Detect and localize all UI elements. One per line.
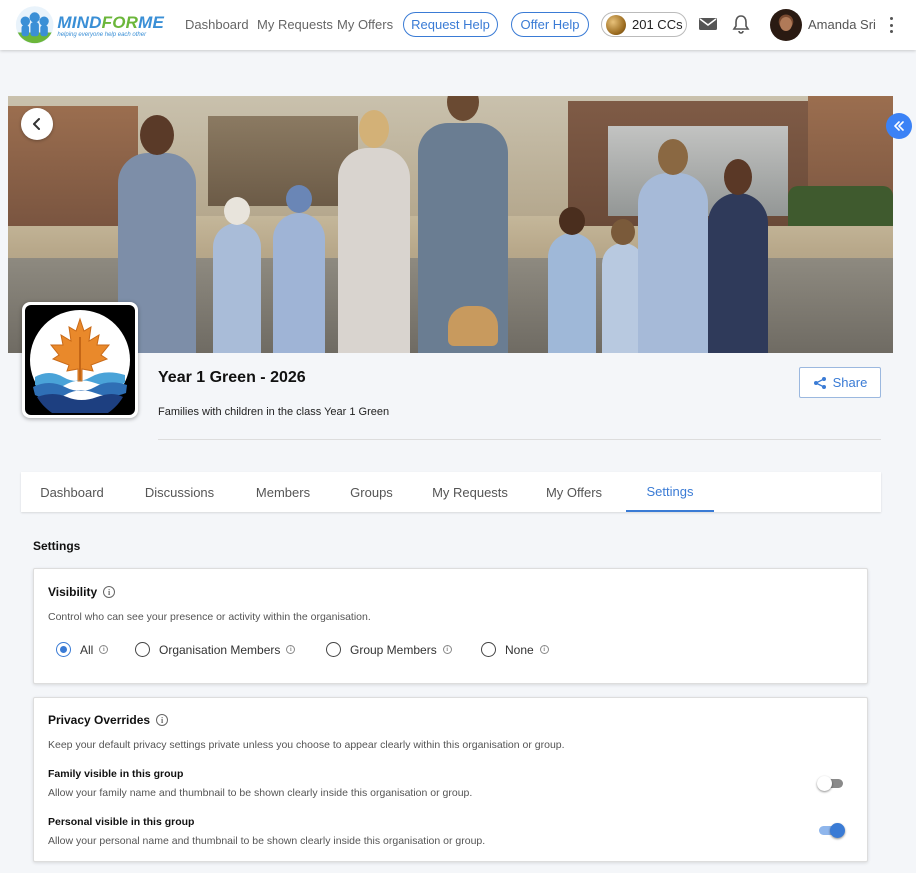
more-menu-icon[interactable] (886, 15, 896, 35)
collapse-sidebar-button[interactable] (886, 113, 912, 139)
radio-unselected-icon[interactable] (481, 642, 496, 657)
radio-unselected-icon[interactable] (135, 642, 150, 657)
visibility-option-organisation-members[interactable]: Organisation Members i (135, 642, 296, 657)
top-navbar: MINDFORME helping everyone help each oth… (0, 0, 916, 50)
visibility-option-all[interactable]: All i (56, 642, 109, 657)
share-icon (813, 376, 826, 389)
personal-visible-description: Allow your personal name and thumbnail t… (48, 835, 486, 847)
info-icon[interactable]: i (539, 645, 549, 654)
group-logo (22, 302, 138, 418)
mail-icon[interactable] (698, 14, 718, 34)
info-icon[interactable]: i (156, 714, 169, 726)
share-button[interactable]: Share (799, 367, 881, 398)
group-cover-image (8, 96, 893, 353)
personal-visible-title: Personal visible in this group (48, 816, 195, 828)
tab-my-requests[interactable]: My Requests (423, 472, 517, 512)
logo-icon (15, 6, 54, 44)
credits-amount: 201 CCs (632, 17, 683, 32)
visibility-description: Control who can see your presence or act… (48, 611, 371, 623)
tab-groups[interactable]: Groups (340, 472, 403, 512)
tab-discussions[interactable]: Discussions (133, 472, 226, 512)
info-icon[interactable]: i (286, 645, 296, 654)
nav-link-my-requests[interactable]: My Requests (257, 17, 333, 32)
tab-members[interactable]: Members (246, 472, 320, 512)
personal-visible-toggle[interactable] (817, 822, 845, 838)
nav-link-dashboard[interactable]: Dashboard (185, 17, 249, 32)
group-tabs: Dashboard Discussions Members Groups My … (21, 472, 881, 512)
mindforme-logo[interactable]: MINDFORME helping everyone help each oth… (14, 3, 164, 47)
radio-unselected-icon[interactable] (326, 642, 341, 657)
family-visible-title: Family visible in this group (48, 768, 184, 780)
request-help-button[interactable]: Request Help (403, 12, 498, 37)
info-icon[interactable]: i (442, 645, 452, 654)
double-chevron-left-icon (894, 121, 904, 131)
nav-link-my-offers[interactable]: My Offers (337, 17, 393, 32)
privacy-overrides-title: Privacy Overrides (48, 713, 151, 727)
group-description: Families with children in the class Year… (158, 406, 390, 418)
user-avatar[interactable] (770, 9, 802, 41)
info-icon[interactable]: i (99, 645, 109, 654)
group-title: Year 1 Green - 2026 (158, 369, 306, 386)
radio-selected-icon[interactable] (56, 642, 71, 657)
privacy-overrides-description: Keep your default privacy settings priva… (48, 739, 565, 751)
visibility-title: Visibility (48, 585, 98, 599)
maple-leaf-waves-icon (30, 310, 130, 413)
chevron-left-icon (33, 118, 40, 130)
family-visible-description: Allow your family name and thumbnail to … (48, 787, 473, 799)
user-name[interactable]: Amanda Sri (808, 17, 876, 32)
header-divider (158, 439, 881, 440)
visibility-option-group-members[interactable]: Group Members i (326, 642, 452, 657)
privacy-overrides-card: Privacy Overrides i Keep your default pr… (33, 697, 868, 862)
share-label: Share (832, 375, 868, 390)
settings-heading: Settings (33, 539, 81, 553)
offer-help-button[interactable]: Offer Help (511, 12, 589, 37)
back-button[interactable] (21, 108, 53, 140)
tab-dashboard[interactable]: Dashboard (31, 472, 113, 512)
visibility-card: Visibility i Control who can see your pr… (33, 568, 868, 684)
logo-wordmark: MINDFORME (57, 12, 164, 32)
credits-badge[interactable]: 201 CCs (601, 12, 687, 37)
info-icon[interactable]: i (103, 586, 116, 598)
visibility-option-none[interactable]: None i (481, 642, 549, 657)
logo-tagline: helping everyone help each other (57, 31, 147, 38)
tab-my-offers[interactable]: My Offers (537, 472, 611, 512)
coin-icon (606, 14, 626, 35)
bell-icon[interactable] (731, 14, 751, 34)
tab-settings[interactable]: Settings (626, 472, 714, 512)
family-visible-toggle[interactable] (817, 775, 845, 791)
